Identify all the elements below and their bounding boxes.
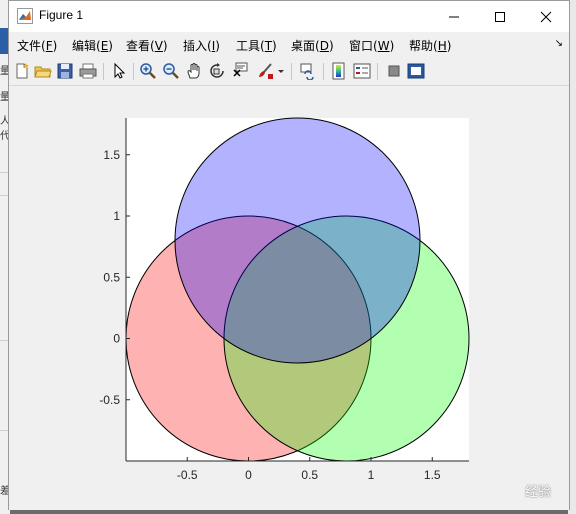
new-figure-icon[interactable]	[13, 62, 31, 80]
brush-icon[interactable]	[256, 62, 274, 80]
data-cursor-icon[interactable]	[231, 62, 249, 80]
title-bar[interactable]: Figure 1	[9, 1, 569, 32]
colorbar-icon[interactable]	[330, 62, 348, 80]
pan-hand-icon[interactable]	[185, 62, 203, 80]
zoom-in-icon[interactable]	[139, 62, 157, 80]
minimize-icon	[449, 16, 459, 17]
menu-bar: 文件(F) 编辑(E) 查看(V) 插入(I) 工具(T) 桌面(D) 窗口(W…	[9, 32, 569, 56]
y-tick-label: -0.5	[99, 393, 120, 407]
x-tick-label: 1	[368, 468, 375, 482]
legend-icon[interactable]	[353, 62, 371, 80]
x-tick-label: 1.5	[424, 468, 441, 482]
menu-view[interactable]: 查看(V)	[126, 37, 168, 54]
save-icon[interactable]	[56, 62, 74, 80]
maximize-icon	[495, 11, 505, 22]
y-tick-label: 0	[113, 332, 120, 346]
y-tick-label: 0.5	[103, 270, 120, 284]
matlab-logo-icon	[17, 8, 33, 24]
x-tick-label: 0	[245, 468, 252, 482]
x-tick-label: -0.5	[177, 468, 198, 482]
brush-dropdown-icon[interactable]	[277, 62, 285, 80]
zoom-out-icon[interactable]	[162, 62, 180, 80]
minimize-button[interactable]	[431, 1, 477, 32]
menu-desktop[interactable]: 桌面(D)	[291, 37, 334, 54]
figure-window: Figure 1 文件(F) 编辑(E) 查看(V) 插入(I) 工具(T) 桌…	[8, 0, 570, 510]
figure-canvas[interactable]: -0.5 0 0.5 1 1.5 -0.5 0 0.5 1 1.5 经验	[9, 86, 569, 510]
menu-tools[interactable]: 工具(T)	[236, 37, 277, 54]
close-button[interactable]	[523, 1, 569, 32]
venn-circle-blue	[174, 117, 421, 364]
menu-window[interactable]: 窗口(W)	[349, 37, 394, 54]
pointer-icon[interactable]	[110, 62, 128, 80]
window-title: Figure 1	[39, 8, 84, 22]
menu-insert[interactable]: 插入(I)	[183, 37, 220, 54]
hide-plot-tools-icon[interactable]	[385, 62, 403, 80]
x-tick-label: 0.5	[301, 468, 318, 482]
menu-file[interactable]: 文件(F)	[17, 37, 57, 54]
open-file-icon[interactable]	[34, 62, 52, 80]
menu-overflow-icon[interactable]: ↘	[555, 38, 563, 49]
close-icon	[540, 11, 552, 22]
watermark: 经验	[524, 485, 551, 500]
y-tick-label: 1.5	[103, 148, 120, 162]
menu-help[interactable]: 帮助(H)	[409, 37, 451, 54]
show-plot-tools-icon[interactable]	[407, 62, 425, 80]
venn-chart[interactable]: -0.5 0 0.5 1 1.5 -0.5 0 0.5 1 1.5	[9, 86, 569, 510]
figure-toolbar	[9, 59, 569, 86]
menu-edit[interactable]: 编辑(E)	[72, 37, 113, 54]
rotate-3d-icon[interactable]	[208, 62, 226, 80]
y-tick-label: 1	[113, 209, 120, 223]
maximize-button[interactable]	[477, 1, 523, 32]
print-icon[interactable]	[79, 62, 97, 80]
link-plot-icon[interactable]	[299, 62, 317, 80]
